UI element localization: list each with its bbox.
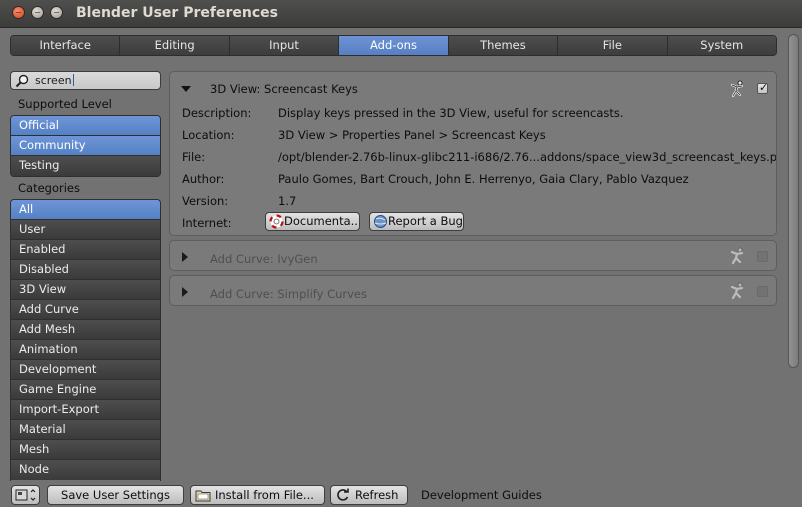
category-item-animation[interactable]: Animation — [11, 340, 160, 360]
level-item-community[interactable]: Community — [11, 136, 160, 156]
preferences-editor-icon — [15, 489, 36, 501]
expand-triangle-icon[interactable] — [182, 252, 188, 262]
level-item-official[interactable]: Official — [11, 116, 160, 136]
category-item-game-engine[interactable]: Game Engine — [11, 380, 160, 400]
addon-name: Add Curve: IvyGen — [210, 252, 318, 266]
documentation-label: Documenta... — [284, 214, 360, 228]
title-bar: Blender User Preferences — [0, 0, 802, 28]
supported-level-label: Supported Level — [18, 97, 112, 111]
window-close-button[interactable] — [12, 6, 25, 19]
author-key: Author: — [182, 172, 225, 186]
expand-triangle-icon[interactable] — [182, 287, 188, 297]
addon-enable-checkbox[interactable] — [757, 286, 768, 297]
version-key: Version: — [182, 194, 229, 208]
category-item-enabled[interactable]: Enabled — [11, 240, 160, 260]
window-maximize-button[interactable] — [50, 6, 63, 19]
category-item-add-curve[interactable]: Add Curve — [11, 300, 160, 320]
tab-themes[interactable]: Themes — [448, 36, 559, 55]
documentation-button[interactable]: Documenta... — [265, 212, 360, 231]
category-item-3d-view[interactable]: 3D View — [11, 280, 160, 300]
window-minimize-button[interactable] — [31, 6, 44, 19]
category-item-user[interactable]: User — [11, 220, 160, 240]
tab-add-ons[interactable]: Add-ons — [339, 36, 449, 55]
preferences-tabs: Interface Editing Input Add-ons Themes F… — [10, 35, 777, 56]
category-item-add-mesh[interactable]: Add Mesh — [11, 320, 160, 340]
categories-list: All User Enabled Disabled 3D View Add Cu… — [10, 199, 161, 481]
addon-name: 3D View: Screencast Keys — [210, 82, 358, 96]
level-item-testing[interactable]: Testing — [11, 156, 160, 176]
internet-key: Internet: — [182, 216, 232, 230]
addon-header[interactable]: Add Curve: IvyGen — [170, 241, 776, 272]
install-from-file-label: Install from File... — [215, 488, 314, 502]
scrollbar-thumb[interactable] — [788, 34, 799, 368]
category-item-node[interactable]: Node — [11, 460, 160, 480]
file-key: File: — [182, 150, 206, 164]
category-item-material[interactable]: Material — [11, 420, 160, 440]
globe-icon — [374, 215, 387, 228]
refresh-button[interactable]: Refresh — [330, 485, 408, 505]
addon-header[interactable]: 3D View: Screencast Keys ✓ — [170, 72, 776, 105]
report-bug-label: Report a Bug — [388, 214, 463, 228]
addon-header[interactable]: Add Curve: Simplify Curves — [170, 276, 776, 307]
addon-enable-checkbox[interactable] — [757, 251, 768, 262]
install-from-file-button[interactable]: Install from File... — [190, 485, 325, 505]
version-value: 1.7 — [278, 194, 297, 208]
addon-enable-checkbox[interactable]: ✓ — [757, 81, 769, 94]
category-item-import-export[interactable]: Import-Export — [11, 400, 160, 420]
collapse-triangle-icon[interactable] — [181, 86, 191, 92]
window-title: Blender User Preferences — [76, 5, 278, 21]
save-user-settings-button[interactable]: Save User Settings — [47, 485, 184, 505]
checkmark-icon: ✓ — [759, 81, 769, 94]
refresh-icon — [337, 488, 349, 501]
category-item-disabled[interactable]: Disabled — [11, 260, 160, 280]
category-item-all[interactable]: All — [11, 200, 160, 220]
vertical-scrollbar[interactable] — [786, 34, 800, 489]
description-value: Display keys pressed in the 3D View, use… — [278, 106, 624, 120]
description-key: Description: — [182, 106, 252, 120]
tab-interface[interactable]: Interface — [11, 36, 121, 55]
addon-name: Add Curve: Simplify Curves — [210, 287, 367, 301]
tab-file[interactable]: File — [558, 36, 668, 55]
search-icon — [15, 74, 29, 88]
author-value: Paulo Gomes, Bart Crouch, John E. Herren… — [278, 172, 689, 186]
addon-panel-screencast-keys: 3D View: Screencast Keys ✓ Description: … — [169, 71, 777, 236]
addon-panel-ivygen: Add Curve: IvyGen — [169, 240, 777, 271]
community-addon-icon — [730, 282, 744, 300]
community-addon-icon — [730, 247, 744, 265]
search-value: screen — [35, 74, 72, 87]
refresh-label: Refresh — [355, 488, 399, 502]
lifebuoy-icon — [269, 214, 284, 229]
tab-editing[interactable]: Editing — [120, 36, 230, 55]
location-value: 3D View > Properties Panel > Screencast … — [278, 128, 546, 142]
development-guides-link[interactable]: Development Guides — [421, 488, 542, 502]
search-input[interactable]: screen — [10, 71, 161, 90]
category-item-development[interactable]: Development — [11, 360, 160, 380]
bottom-bar: Save User Settings Install from File... … — [0, 481, 786, 507]
tab-system[interactable]: System — [667, 36, 776, 55]
report-bug-button[interactable]: Report a Bug — [369, 212, 464, 231]
tab-input[interactable]: Input — [229, 36, 340, 55]
supported-level-list: Official Community Testing — [10, 115, 161, 177]
file-value: /opt/blender-2.76b-linux-glibc211-i686/2… — [278, 150, 776, 164]
categories-label: Categories — [18, 181, 80, 195]
file-row: File: /opt/blender-2.76b-linux-glibc211-… — [182, 150, 776, 165]
category-item-mesh[interactable]: Mesh — [11, 440, 160, 460]
editor-type-menu[interactable] — [11, 485, 40, 505]
location-key: Location: — [182, 128, 235, 142]
folder-icon — [195, 490, 211, 502]
community-addon-icon — [730, 80, 744, 98]
addon-panel-simplify-curves: Add Curve: Simplify Curves — [169, 275, 777, 306]
